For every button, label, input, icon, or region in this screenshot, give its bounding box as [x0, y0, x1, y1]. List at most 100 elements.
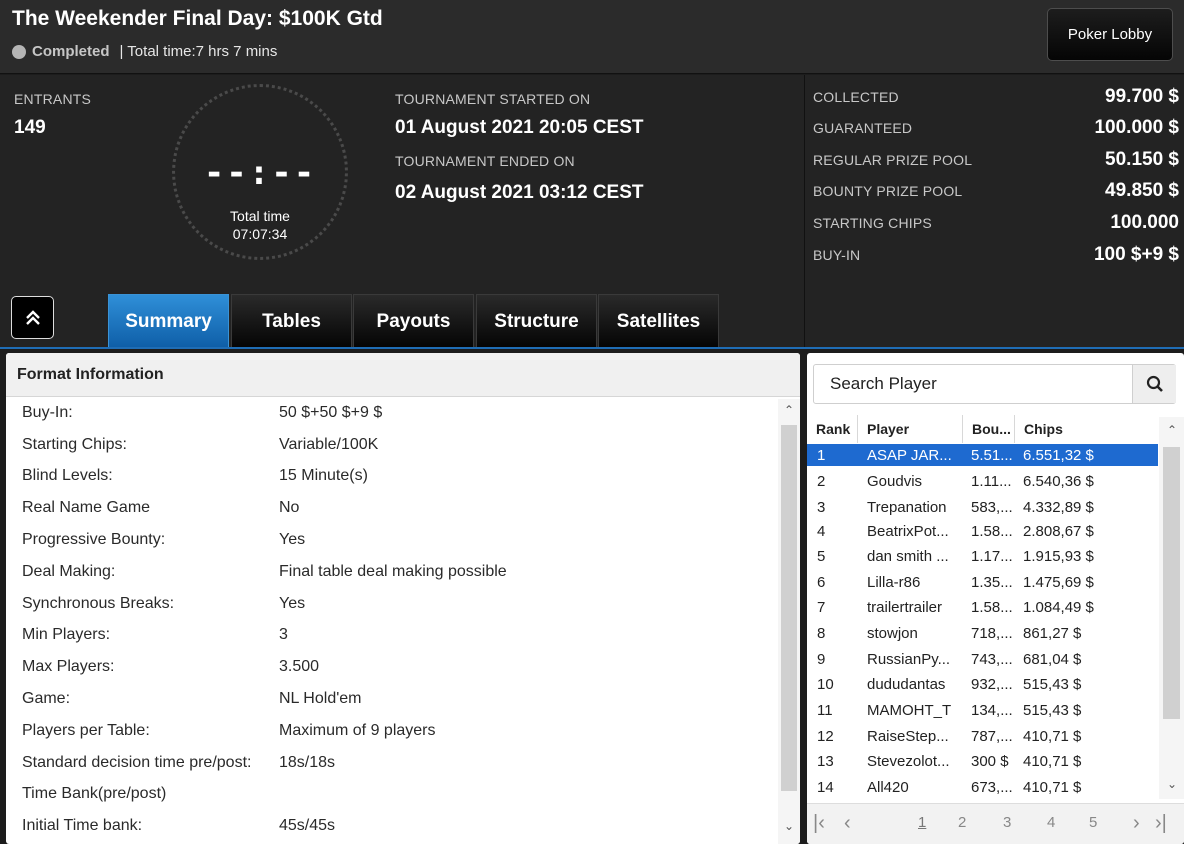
prize-value: 100.000 $: [1094, 117, 1179, 138]
player-list-panel: Rank Player Bou... Chips 1 ASAP JAR... 5.5…: [807, 353, 1184, 844]
format-value: Yes: [279, 594, 306, 612]
page-5[interactable]: 5: [1089, 814, 1097, 831]
chips-cell: 2.808,67 $: [1023, 522, 1094, 540]
bounty-cell: 743,...: [971, 650, 1013, 668]
prize-row-starting-chips: STARTING CHIPS 100.000: [813, 212, 1179, 234]
tab-tables[interactable]: Tables: [231, 294, 352, 347]
table-row[interactable]: 1 ASAP JAR... 5.51... 6.551,32 $: [807, 444, 1158, 466]
format-value: Maximum of 9 players: [279, 721, 436, 739]
column-chips[interactable]: Chips: [1015, 415, 1162, 443]
chips-cell: 681,04 $: [1023, 650, 1082, 668]
title-bar: The Weekender Final Day: $100K Gtd Compl…: [0, 0, 1184, 74]
scroll-up-icon[interactable]: ⌃: [782, 403, 796, 417]
double-chevron-up-icon: [25, 309, 40, 325]
started-value: 01 August 2021 20:05 CEST: [395, 117, 644, 138]
tab-divider: [0, 347, 1184, 349]
format-value: 18s/18s: [279, 753, 336, 771]
prize-label: REGULAR PRIZE POOL: [813, 152, 973, 168]
table-row[interactable]: 10 dududantas 932,... 515,43 $: [807, 673, 1158, 695]
tab-payouts[interactable]: Payouts: [353, 294, 474, 347]
column-player[interactable]: Player: [858, 415, 963, 443]
tab-structure[interactable]: Structure: [476, 294, 597, 347]
format-row: Standard decision time pre/post: 18s/18s: [6, 747, 776, 779]
ended-label: TOURNAMENT ENDED ON: [395, 153, 575, 169]
prize-row-bounty-pool: BOUNTY PRIZE POOL 49.850 $: [813, 180, 1179, 202]
format-value: NL Hold'em: [279, 690, 362, 708]
rank-cell: 2: [817, 472, 826, 490]
table-row[interactable]: 11 MAMOHT_T 134,... 515,43 $: [807, 699, 1158, 721]
table-row[interactable]: 5 dan smith ... 1.17... 1.915,93 $: [807, 545, 1158, 567]
search-button[interactable]: [1132, 365, 1176, 403]
chips-cell: 1.475,69 $: [1023, 573, 1094, 591]
player-scrollbar[interactable]: ⌃ ⌄: [1159, 417, 1184, 799]
format-header: Format Information: [6, 353, 800, 397]
clock-dial: --:-- Total time 07:07:34: [172, 84, 348, 260]
player-cell: Lilla-r86: [867, 573, 921, 591]
column-bounty[interactable]: Bou...: [963, 415, 1015, 443]
format-scrollbar[interactable]: ⌃ ⌄: [778, 399, 800, 844]
format-key: Starting Chips:: [22, 435, 127, 453]
chips-cell: 410,71 $: [1023, 752, 1082, 770]
table-row[interactable]: 7 trailertrailer 1.58... 1.084,49 $: [807, 596, 1158, 618]
rank-cell: 12: [817, 727, 834, 745]
last-page-icon[interactable]: ›|: [1155, 812, 1167, 835]
prize-value: 99.700 $: [1105, 86, 1179, 107]
column-rank[interactable]: Rank: [807, 415, 858, 443]
rank-cell: 14: [817, 778, 834, 796]
table-row[interactable]: 14 All420 673,... 410,71 $: [807, 776, 1158, 798]
format-value: 3.500: [279, 658, 320, 676]
first-page-icon[interactable]: |‹: [813, 812, 825, 835]
prize-value: 100.000: [1110, 212, 1179, 233]
format-value: 50 $+50 $+9 $: [279, 403, 383, 421]
rank-cell: 13: [817, 752, 834, 770]
rank-cell: 10: [817, 675, 834, 693]
scrollbar-thumb[interactable]: [781, 425, 797, 791]
scroll-down-icon[interactable]: ⌄: [782, 819, 796, 833]
scrollbar-thumb[interactable]: [1163, 447, 1180, 719]
page-4[interactable]: 4: [1047, 814, 1055, 831]
page-2[interactable]: 2: [958, 814, 966, 831]
scroll-up-icon[interactable]: ⌃: [1165, 423, 1179, 437]
page-1[interactable]: 1: [918, 814, 926, 831]
format-row: Min Players: 3: [6, 620, 776, 652]
bounty-cell: 1.17...: [971, 547, 1013, 565]
next-page-icon[interactable]: ›: [1133, 812, 1140, 835]
bounty-cell: 718,...: [971, 624, 1013, 642]
table-row[interactable]: 13 Stevezolot... 300 $ 410,71 $: [807, 750, 1158, 772]
rank-cell: 3: [817, 498, 826, 516]
table-row[interactable]: 8 stowjon 718,... 861,27 $: [807, 622, 1158, 644]
format-row: Initial Time bank: 45s/45s: [6, 810, 776, 842]
table-row[interactable]: 4 BeatrixPot... 1.58... 2.808,67 $: [807, 520, 1158, 542]
scroll-down-icon[interactable]: ⌄: [1165, 777, 1179, 791]
tab-satellites[interactable]: Satellites: [598, 294, 719, 347]
player-cell: RussianPy...: [867, 650, 951, 668]
table-row[interactable]: 6 Lilla-r86 1.35... 1.475,69 $: [807, 571, 1158, 593]
format-value: Variable/100K: [279, 435, 379, 453]
format-value: Yes: [279, 531, 306, 549]
format-rows: Buy-In: 50 $+50 $+9 $ Starting Chips: Vari…: [6, 397, 776, 842]
format-key: Initial Time bank:: [22, 817, 143, 835]
rank-cell: 8: [817, 624, 826, 642]
format-value: No: [279, 499, 300, 517]
player-cell: RaiseStep...: [867, 727, 949, 745]
format-key: Synchronous Breaks:: [22, 594, 175, 612]
page-3[interactable]: 3: [1003, 814, 1011, 831]
search-player-input[interactable]: [814, 365, 1132, 403]
tab-summary[interactable]: Summary: [108, 294, 229, 347]
player-table-header: Rank Player Bou... Chips: [807, 415, 1162, 443]
player-cell: Trepanation: [867, 498, 947, 516]
poker-lobby-button[interactable]: Poker Lobby: [1047, 8, 1173, 61]
chips-cell: 410,71 $: [1023, 727, 1082, 745]
format-key: Deal Making:: [22, 562, 116, 580]
table-row[interactable]: 3 Trepanation 583,... 4.332,89 $: [807, 496, 1158, 518]
table-row[interactable]: 12 RaiseStep... 787,... 410,71 $: [807, 725, 1158, 747]
rank-cell: 4: [817, 522, 826, 540]
format-key: Max Players:: [22, 658, 115, 676]
collapse-button[interactable]: [11, 296, 54, 339]
clock-label: Total time: [230, 208, 290, 224]
prev-page-icon[interactable]: ‹: [844, 812, 851, 835]
table-row[interactable]: 2 Goudvis 1.11... 6.540,36 $: [807, 470, 1158, 492]
rank-cell: 7: [817, 598, 826, 616]
format-row: Game: NL Hold'em: [6, 683, 776, 715]
table-row[interactable]: 9 RussianPy... 743,... 681,04 $: [807, 648, 1158, 670]
